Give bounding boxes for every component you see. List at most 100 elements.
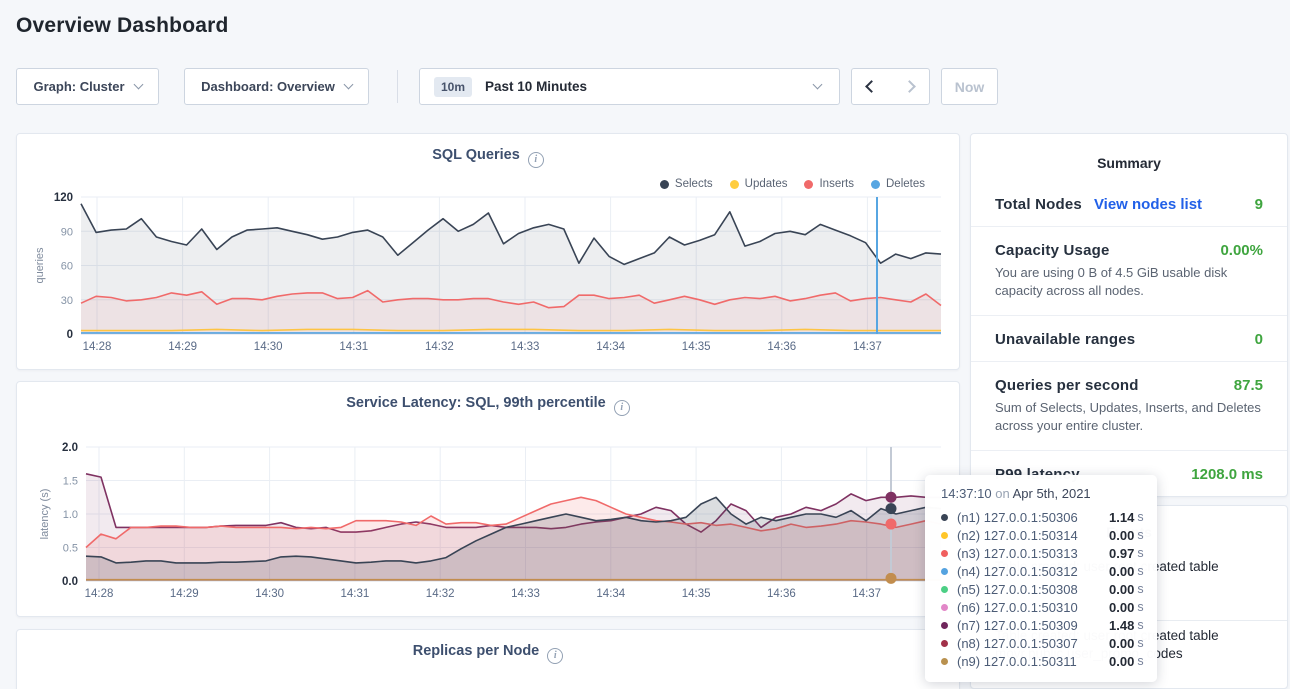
time-next-button[interactable] — [890, 68, 930, 105]
node-color-dot — [941, 586, 948, 593]
x-tick-label: 14:35 — [682, 341, 711, 353]
total-nodes-label: Total Nodes — [995, 196, 1082, 213]
tooltip-row: (n1) 127.0.0.1:503061.14s — [941, 508, 1143, 526]
tooltip-node-unit: s — [1137, 636, 1143, 650]
sql-queries-chart-canvas[interactable]: 14:2814:2914:3014:3114:3214:3314:3414:35… — [17, 134, 959, 369]
summary-title: Summary — [971, 134, 1287, 181]
replicas-per-node-chart-card: Replicas per Nodei — [16, 629, 960, 689]
now-button-label: Now — [955, 79, 985, 95]
total-nodes-value: 9 — [1255, 196, 1263, 213]
chevron-down-icon — [343, 80, 353, 90]
summary-panel: Summary Total Nodes View nodes list 9 Ca… — [970, 133, 1288, 497]
node-color-dot — [941, 568, 948, 575]
tooltip-row: (n4) 127.0.0.1:503120.00s — [941, 562, 1143, 580]
node-color-dot — [941, 550, 948, 557]
x-tick-label: 14:29 — [170, 588, 199, 600]
dashboard-dropdown-label: Dashboard: Overview — [201, 79, 335, 94]
x-tick-label: 14:29 — [168, 341, 197, 353]
qps-desc: Sum of Selects, Updates, Inserts, and De… — [971, 399, 1287, 450]
tooltip-node-unit: s — [1137, 564, 1143, 578]
x-tick-label: 14:33 — [511, 588, 540, 600]
x-tick-label: 14:32 — [426, 588, 455, 600]
capacity-usage-desc: You are using 0 B of 4.5 GiB usable disk… — [971, 264, 1287, 315]
tooltip-row: (n5) 127.0.0.1:503080.00s — [941, 580, 1143, 598]
view-nodes-list-link[interactable]: View nodes list — [1094, 196, 1202, 213]
y-axis-title: latency (s) — [39, 489, 51, 540]
x-tick-label: 14:35 — [682, 588, 711, 600]
time-range-dropdown[interactable]: 10m Past 10 Minutes — [419, 68, 840, 105]
tooltip-row: (n9) 127.0.0.1:503110.00s — [941, 652, 1143, 670]
y-tick-label: 1.0 — [63, 509, 78, 521]
dashboard-dropdown[interactable]: Dashboard: Overview — [184, 68, 369, 105]
capacity-usage-value: 0.00% — [1220, 242, 1263, 259]
hover-dot — [886, 503, 897, 514]
node-color-dot — [941, 640, 948, 647]
chevron-down-icon — [813, 80, 823, 90]
unavailable-ranges-label: Unavailable ranges — [995, 331, 1135, 348]
tooltip-timestamp: 14:37:10 on Apr 5th, 2021 — [941, 486, 1143, 501]
time-range-label: Past 10 Minutes — [485, 79, 587, 94]
tooltip-node-value: 1.48 — [1109, 618, 1134, 633]
x-tick-label: 14:31 — [339, 341, 368, 353]
x-tick-label: 14:37 — [853, 341, 882, 353]
tooltip-node-value: 0.00 — [1109, 600, 1134, 615]
tooltip-node-unit: s — [1137, 510, 1143, 524]
sql-queries-chart-card: SQL Queriesi SelectsUpdatesInsertsDelete… — [16, 133, 960, 370]
summary-row-total-nodes: Total Nodes View nodes list 9 — [971, 181, 1287, 226]
y-tick-label: 30 — [61, 295, 73, 307]
node-color-dot — [941, 622, 948, 629]
x-tick-label: 14:30 — [254, 341, 283, 353]
tooltip-rows: (n1) 127.0.0.1:503061.14s(n2) 127.0.0.1:… — [941, 508, 1143, 670]
chart-hover-tooltip: 14:37:10 on Apr 5th, 2021 (n1) 127.0.0.1… — [925, 475, 1157, 682]
unavailable-ranges-value: 0 — [1255, 331, 1263, 348]
x-tick-label: 14:37 — [852, 588, 881, 600]
capacity-usage-label: Capacity Usage — [995, 242, 1110, 259]
chevron-right-icon — [903, 80, 916, 93]
x-tick-label: 14:34 — [596, 341, 625, 353]
x-tick-label: 14:33 — [511, 341, 540, 353]
y-axis-title: queries — [34, 247, 46, 284]
tooltip-node-label: (n1) 127.0.0.1:50306 — [957, 510, 1109, 525]
tooltip-node-label: (n3) 127.0.0.1:50313 — [957, 546, 1109, 561]
tooltip-row: (n3) 127.0.0.1:503130.97s — [941, 544, 1143, 562]
graph-dropdown-label: Graph: Cluster — [33, 79, 124, 94]
tooltip-row: (n2) 127.0.0.1:503140.00s — [941, 526, 1143, 544]
now-button[interactable]: Now — [941, 68, 998, 105]
time-range-badge: 10m — [434, 77, 472, 97]
service-latency-chart-canvas[interactable]: 14:2814:2914:3014:3114:3214:3314:3414:35… — [17, 382, 959, 616]
tooltip-node-label: (n9) 127.0.0.1:50311 — [957, 654, 1109, 669]
tooltip-row: (n7) 127.0.0.1:503091.48s — [941, 616, 1143, 634]
y-tick-label: 2.0 — [62, 442, 78, 454]
qps-label: Queries per second — [995, 377, 1139, 394]
tooltip-node-value: 0.00 — [1109, 582, 1134, 597]
p99-latency-value: 1208.0 ms — [1191, 466, 1263, 483]
y-tick-label: 90 — [61, 226, 73, 238]
time-prev-button[interactable] — [851, 68, 891, 105]
y-tick-label: 0.5 — [63, 543, 78, 555]
node-color-dot — [941, 514, 948, 521]
hover-dot — [886, 492, 897, 503]
tooltip-node-unit: s — [1137, 528, 1143, 542]
y-tick-label: 0.0 — [62, 576, 78, 588]
page-title: Overview Dashboard — [16, 14, 229, 38]
tooltip-node-value: 0.00 — [1109, 528, 1134, 543]
tooltip-node-label: (n8) 127.0.0.1:50307 — [957, 636, 1109, 651]
tooltip-node-label: (n6) 127.0.0.1:50310 — [957, 600, 1109, 615]
controls-divider — [397, 70, 398, 103]
node-color-dot — [941, 658, 948, 665]
info-icon[interactable]: i — [547, 648, 563, 664]
x-tick-label: 14:34 — [596, 588, 625, 600]
graph-dropdown[interactable]: Graph: Cluster — [16, 68, 159, 105]
tooltip-node-value: 0.97 — [1109, 546, 1134, 561]
tooltip-node-label: (n2) 127.0.0.1:50314 — [957, 528, 1109, 543]
summary-row-unavailable: Unavailable ranges 0 — [971, 315, 1287, 361]
x-tick-label: 14:36 — [767, 341, 796, 353]
hover-dot — [886, 573, 897, 584]
y-tick-label: 120 — [54, 192, 73, 204]
tooltip-node-value: 1.14 — [1109, 510, 1134, 525]
tooltip-node-unit: s — [1137, 618, 1143, 632]
x-tick-label: 14:32 — [425, 341, 454, 353]
tooltip-node-value: 0.00 — [1109, 564, 1134, 579]
tooltip-node-value: 0.00 — [1109, 636, 1134, 651]
tooltip-node-value: 0.00 — [1109, 654, 1134, 669]
